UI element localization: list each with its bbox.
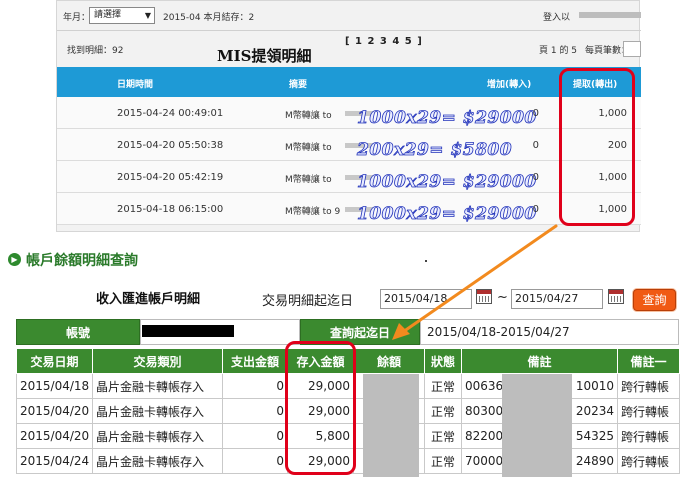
- cell-date: 2015/04/20: [16, 423, 93, 449]
- handwritten-note: 1000x29= $29000: [357, 172, 537, 193]
- withdraw-highlight-box: [559, 68, 635, 226]
- memo-part: 24890: [575, 454, 614, 468]
- cell-type: 晶片金融卡轉帳存入: [92, 423, 223, 449]
- row-increase: 0: [532, 108, 539, 119]
- table-row: 2015-04-18 06:15:00 M幣轉讓 to 9 1000x29= $…: [57, 193, 641, 225]
- memo-part: 54325: [575, 429, 614, 443]
- table-row: 2015-04-20 05:42:19 M幣轉讓 to 1000x29= $29…: [57, 161, 641, 193]
- mis-panel: 年月： 請選擇 ▼ 2015-04 本月結存：2 登入以 找到明細：92 [ 1…: [56, 0, 641, 232]
- account-label: 帳號: [16, 319, 140, 345]
- date-to-input[interactable]: 2015/04/27: [511, 289, 603, 309]
- page-size-input[interactable]: [623, 41, 641, 57]
- table-row: 2015-04-24 00:49:01 M幣轉讓 to 1000x29= $29…: [57, 97, 641, 129]
- page-of: 頁 1 的 5: [539, 46, 578, 56]
- section-title: 帳戶餘額明細查詢: [26, 253, 138, 269]
- row-increase: 0: [532, 140, 539, 151]
- cell-out: 0: [222, 398, 288, 424]
- memo-part: 82200: [465, 429, 504, 443]
- found-count: 找到明細：92: [67, 46, 124, 56]
- cell-out: 0: [222, 373, 288, 399]
- account-redacted-bar: [142, 325, 234, 337]
- memo-part: 10010: [575, 379, 614, 393]
- cell-status: 正常: [424, 448, 462, 474]
- row-datetime: 2015-04-18 06:15:00: [117, 204, 224, 215]
- balance-redacted-mask: [363, 374, 419, 477]
- month-label: 年月：: [63, 13, 91, 23]
- memo-part: 20234: [575, 404, 614, 418]
- cell-type: 晶片金融卡轉帳存入: [92, 398, 223, 424]
- cell-type: 晶片金融卡轉帳存入: [92, 448, 223, 474]
- memo-part: 80300: [465, 404, 504, 418]
- income-caption: 收入匯進帳戶明細: [96, 292, 201, 307]
- cell-date: 2015/04/18: [16, 373, 93, 399]
- memo-part: 70000: [465, 454, 504, 468]
- header-out: 支出金額: [222, 348, 288, 374]
- calendar-icon[interactable]: [476, 289, 492, 304]
- arrow-line: [398, 224, 558, 336]
- cell-out: 0: [222, 448, 288, 474]
- cell-status: 正常: [424, 373, 462, 399]
- dot: [425, 260, 427, 262]
- header-summary: 摘要: [289, 80, 308, 90]
- play-circle-icon: ▶: [8, 253, 21, 266]
- handwritten-note: 1000x29= $29000: [357, 108, 537, 129]
- row-desc: M幣轉讓 to: [285, 111, 332, 121]
- divider: [57, 30, 641, 31]
- handwritten-note: 200x29= $5800: [357, 140, 513, 161]
- date-from-input[interactable]: 2015/04/18: [380, 289, 472, 309]
- calendar-icon[interactable]: [608, 289, 624, 304]
- header-date: 交易日期: [16, 348, 93, 374]
- cell-type: 晶片金融卡轉帳存入: [92, 373, 223, 399]
- header-memo2: 備註一: [617, 348, 680, 374]
- login-redacted-bar: [579, 12, 641, 18]
- cell-date: 2015/04/20: [16, 398, 93, 424]
- stock-text: 2015-04 本月結存：2: [163, 13, 255, 23]
- row-datetime: 2015-04-24 00:49:01: [117, 108, 224, 119]
- deposit-highlight-box: [285, 341, 356, 475]
- memo-part: 00636: [465, 379, 504, 393]
- handwritten-note: 1000x29= $29000: [357, 204, 537, 225]
- memo-redacted-mask: [502, 374, 572, 477]
- row-desc: M幣轉讓 to: [285, 143, 332, 153]
- header-increase: 增加(轉入): [487, 80, 532, 90]
- chevron-down-icon: ▼: [144, 11, 151, 20]
- login-label: 登入以: [543, 13, 571, 23]
- cell-memo2: 跨行轉帳: [617, 373, 680, 399]
- range-tilde: ~: [497, 290, 508, 305]
- cell-memo2: 跨行轉帳: [617, 423, 680, 449]
- cell-memo2: 跨行轉帳: [617, 448, 680, 474]
- cell-status: 正常: [424, 423, 462, 449]
- pagination[interactable]: [ 1 2 3 4 5 ]: [345, 36, 423, 47]
- header-type: 交易類別: [92, 348, 223, 374]
- header-memo: 備註: [461, 348, 618, 374]
- mis-table-header: 日期時間 摘要 增加(轉入) 提取(轉出): [57, 67, 641, 97]
- header-balance: 餘額: [353, 348, 425, 374]
- header-status: 狀態: [424, 348, 462, 374]
- row-datetime: 2015-04-20 05:50:38: [117, 140, 224, 151]
- month-select-value: 請選擇: [94, 10, 122, 20]
- row-datetime: 2015-04-20 05:42:19: [117, 172, 224, 183]
- month-select[interactable]: 請選擇 ▼: [89, 7, 155, 24]
- row-desc: M幣轉讓 to: [285, 175, 332, 185]
- cell-out: 0: [222, 423, 288, 449]
- cell-date: 2015/04/24: [16, 448, 93, 474]
- row-desc: M幣轉讓 to 9: [285, 207, 341, 217]
- row-increase: 0: [532, 172, 539, 183]
- query-button[interactable]: 查詢: [633, 289, 676, 311]
- mis-title: MIS提領明細: [217, 47, 312, 65]
- range-value: 2015/04/18-2015/04/27: [420, 319, 679, 345]
- cell-memo2: 跨行轉帳: [617, 398, 680, 424]
- row-increase: 0: [532, 204, 539, 215]
- query-range-label: 交易明細起迄日: [262, 294, 354, 309]
- header-datetime: 日期時間: [117, 80, 154, 90]
- table-row: 2015-04-20 05:50:38 M幣轉讓 to 200x29= $580…: [57, 129, 641, 161]
- cell-status: 正常: [424, 398, 462, 424]
